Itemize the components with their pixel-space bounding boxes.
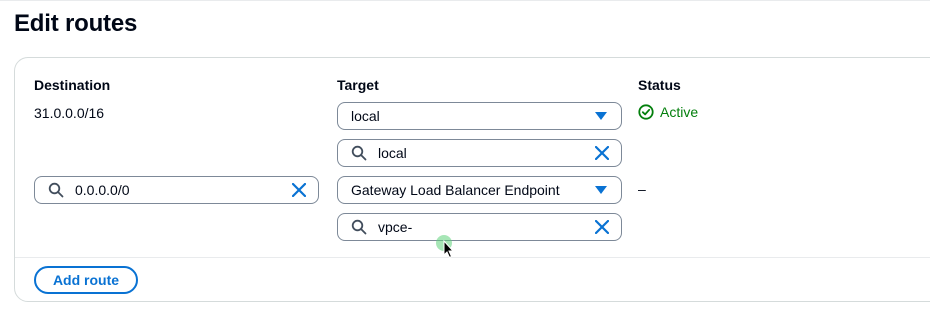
column-header-status: Status <box>638 77 681 93</box>
caret-down-icon <box>595 112 607 120</box>
page-title: Edit routes <box>14 10 138 37</box>
target-filter-text: vpce- <box>378 219 413 235</box>
destination-search-text: 0.0.0.0/0 <box>75 182 130 198</box>
target-filter-input[interactable]: local <box>337 139 622 167</box>
search-icon <box>344 219 374 235</box>
status-badge: Active <box>638 104 698 120</box>
search-icon <box>41 182 71 198</box>
status-positive-icon <box>638 104 654 120</box>
panel-divider <box>15 257 930 258</box>
clear-icon[interactable] <box>286 177 312 203</box>
destination-search-input[interactable]: 0.0.0.0/0 <box>34 176 319 204</box>
clear-icon[interactable] <box>589 140 615 166</box>
add-route-button[interactable]: Add route <box>34 266 138 294</box>
search-icon <box>344 145 374 161</box>
target-select-value: Gateway Load Balancer Endpoint <box>351 182 560 198</box>
top-divider <box>0 0 930 1</box>
cursor-icon <box>436 235 458 266</box>
target-select[interactable]: Gateway Load Balancer Endpoint <box>337 176 622 204</box>
target-select[interactable]: local <box>337 102 622 130</box>
route-destination: 31.0.0.0/16 <box>34 105 105 121</box>
clear-icon[interactable] <box>589 214 615 240</box>
target-filter-input[interactable]: vpce- <box>337 213 622 241</box>
column-header-target: Target <box>337 77 379 93</box>
status-empty: – <box>638 181 646 197</box>
column-header-destination: Destination <box>34 77 111 93</box>
caret-down-icon <box>595 186 607 194</box>
target-select-value: local <box>351 108 380 124</box>
status-text: Active <box>660 104 699 120</box>
target-filter-text: local <box>378 145 407 161</box>
